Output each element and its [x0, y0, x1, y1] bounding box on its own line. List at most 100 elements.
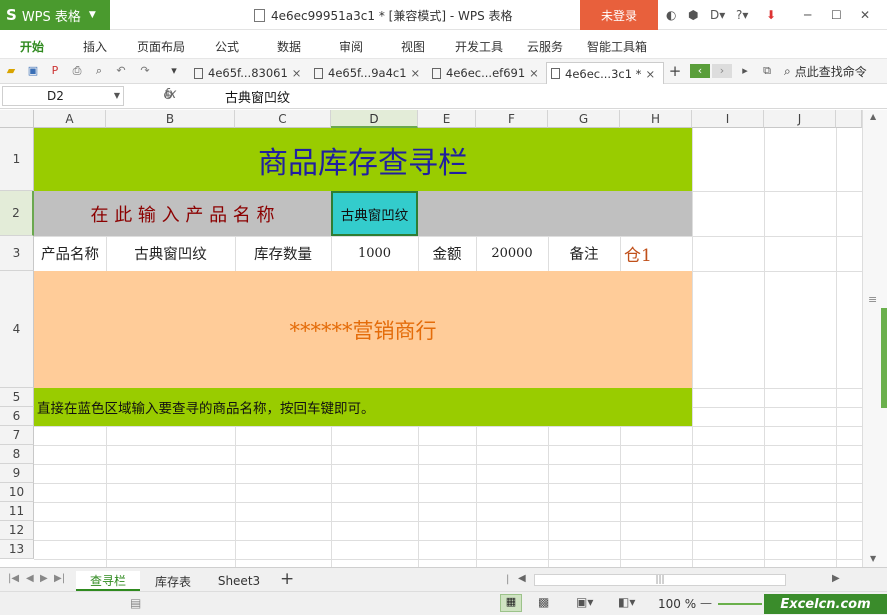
row-header-12[interactable]: 12: [0, 521, 34, 540]
page-break-view-icon[interactable]: ▩: [538, 595, 549, 609]
select-all-corner[interactable]: [0, 110, 34, 128]
settings-icon[interactable]: ⬢: [688, 8, 698, 22]
doc-tab-3[interactable]: 4e6ec...ef691 ×: [428, 62, 546, 84]
cell-g3[interactable]: 备注: [548, 236, 620, 271]
zoom-out-icon[interactable]: —: [700, 596, 712, 610]
scroll-left-icon[interactable]: ◀: [518, 573, 526, 584]
cell-f3[interactable]: 20000: [476, 236, 548, 271]
scroll-down-icon[interactable]: ▼: [870, 554, 876, 563]
column-header-e[interactable]: E: [418, 110, 476, 128]
column-header-b[interactable]: B: [106, 110, 235, 128]
prompt-cell[interactable]: 在 此 输 入 产 品 名 称: [34, 191, 331, 236]
app-menu-button[interactable]: S WPS 表格 ▼: [0, 0, 110, 30]
menu-review[interactable]: 审阅: [339, 38, 363, 55]
scroll-thumb-icon[interactable]: ≡: [868, 293, 877, 306]
formula-input[interactable]: 古典窗凹纹: [225, 87, 290, 106]
last-sheet-icon[interactable]: ▶|: [54, 573, 65, 584]
row-header-7[interactable]: 7: [0, 426, 34, 445]
horizontal-scrollbar[interactable]: |||: [534, 574, 786, 586]
help-icon[interactable]: ?▾: [736, 8, 748, 22]
row-header-1[interactable]: 1: [0, 128, 34, 191]
tab-list-icon[interactable]: ▸: [738, 64, 752, 78]
column-header-g[interactable]: G: [548, 110, 620, 128]
open-folder-icon[interactable]: ▰: [4, 64, 18, 78]
tab-prev-icon[interactable]: ‹: [690, 64, 710, 78]
column-header-k[interactable]: [836, 110, 862, 128]
column-header-i[interactable]: I: [692, 110, 764, 128]
doc-tab-1[interactable]: 4e65f...83061 ×: [190, 62, 308, 84]
export-pdf-icon[interactable]: P: [48, 64, 62, 78]
gray-band-cell[interactable]: [418, 191, 692, 236]
tab-next-icon[interactable]: ›: [712, 64, 732, 78]
menu-formulas[interactable]: 公式: [215, 38, 239, 55]
maximize-icon[interactable]: ☐: [831, 8, 842, 22]
close-tab-icon[interactable]: ×: [645, 67, 655, 81]
next-sheet-icon[interactable]: ▶: [40, 573, 48, 584]
cell-c3[interactable]: 库存数量: [235, 236, 331, 271]
chevron-down-icon[interactable]: ▼: [114, 87, 120, 105]
customize-chevron-icon[interactable]: ▾: [167, 64, 181, 78]
page-layout-view-icon[interactable]: ▣▾: [576, 595, 593, 609]
column-header-d[interactable]: D: [331, 110, 418, 128]
tab-menu-icon[interactable]: ⧉: [760, 64, 774, 78]
menu-view[interactable]: 视图: [401, 38, 425, 55]
cell-h3[interactable]: 仓1: [620, 236, 692, 271]
zoom-slider[interactable]: [718, 603, 762, 605]
row-header-3[interactable]: 3: [0, 236, 34, 271]
minimize-icon[interactable]: ─: [804, 8, 811, 22]
cell-a3[interactable]: 产品名称: [34, 236, 106, 271]
menu-insert[interactable]: 插入: [83, 38, 107, 55]
download-icon[interactable]: ⬇: [766, 8, 776, 22]
close-icon[interactable]: ✕: [860, 8, 870, 22]
share-icon[interactable]: D▾: [710, 8, 725, 22]
print-icon[interactable]: ⎙: [70, 64, 84, 78]
row-header-13[interactable]: 13: [0, 540, 34, 559]
undo-icon[interactable]: ↶: [114, 64, 128, 78]
doc-tab-4[interactable]: 4e6ec...3c1 * ×: [546, 62, 664, 84]
search-command[interactable]: ⌕ 点此查找命令: [784, 63, 867, 80]
row-header-11[interactable]: 11: [0, 502, 34, 521]
eye-protection-icon[interactable]: ◧▾: [618, 595, 635, 609]
add-sheet-icon[interactable]: +: [280, 569, 294, 589]
prev-sheet-icon[interactable]: ◀: [26, 573, 34, 584]
column-header-h[interactable]: H: [620, 110, 692, 128]
menu-home[interactable]: 开始: [20, 38, 44, 55]
row-header-8[interactable]: 8: [0, 445, 34, 464]
redo-icon[interactable]: ↷: [138, 64, 152, 78]
menu-cloud[interactable]: 云服务: [527, 38, 563, 55]
title-cell[interactable]: 商品库存查寻栏: [34, 128, 692, 191]
insert-function-button[interactable]: fx: [164, 87, 176, 102]
column-header-j[interactable]: J: [764, 110, 836, 128]
normal-view-icon[interactable]: ▦: [500, 594, 522, 612]
scroll-right-icon[interactable]: ▶: [832, 573, 840, 584]
close-tab-icon[interactable]: ×: [411, 66, 421, 80]
doc-tab-2[interactable]: 4e65f...9a4c1 ×: [310, 62, 428, 84]
cell-b3[interactable]: 古典窗凹纹: [106, 236, 235, 271]
first-sheet-icon[interactable]: |◀: [8, 573, 19, 584]
row-header-6[interactable]: 6: [0, 407, 34, 426]
column-header-a[interactable]: A: [34, 110, 106, 128]
spreadsheet-grid[interactable]: A B C D E F G H I J 1 2 3 4 5 6 7 8 9 10…: [0, 110, 862, 567]
sheet-tab-search[interactable]: 查寻栏: [76, 571, 140, 591]
row-header-5[interactable]: 5: [0, 388, 34, 407]
close-tab-icon[interactable]: ×: [292, 66, 302, 80]
scroll-up-icon[interactable]: ▲: [870, 112, 876, 121]
cell-d3[interactable]: 1000: [331, 236, 418, 271]
search-input-cell[interactable]: 古典窗凹纹: [331, 191, 418, 236]
login-button[interactable]: 未登录: [580, 0, 658, 30]
instruction-cell[interactable]: 直接在蓝色区域输入要查寻的商品名称，按回车键即可。: [34, 388, 692, 426]
sheet-tab-sheet3[interactable]: Sheet3: [206, 571, 272, 591]
name-box[interactable]: D2 ▼: [2, 86, 124, 106]
banner-cell[interactable]: ******营销商行: [34, 271, 692, 388]
new-tab-icon[interactable]: +: [668, 64, 682, 79]
cell-e3[interactable]: 金额: [418, 236, 476, 271]
side-panel-handle[interactable]: [881, 308, 887, 408]
menu-page-layout[interactable]: 页面布局: [137, 38, 185, 55]
column-header-c[interactable]: C: [235, 110, 331, 128]
row-header-9[interactable]: 9: [0, 464, 34, 483]
menu-developer[interactable]: 开发工具: [455, 38, 503, 55]
save-icon[interactable]: ▣: [26, 64, 40, 78]
row-header-4[interactable]: 4: [0, 271, 34, 388]
zoom-level[interactable]: 100 %: [658, 597, 696, 611]
skin-icon[interactable]: ◐: [666, 8, 676, 22]
